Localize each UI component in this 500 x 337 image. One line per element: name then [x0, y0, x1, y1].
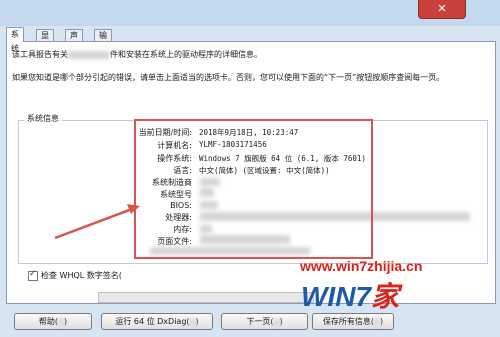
- run-dxdiag-button[interactable]: 运行 64 位 DxDiag(): [101, 313, 213, 330]
- close-icon: ✕: [437, 2, 447, 15]
- intro-line-2: 如果您知道是哪个部分引起的错误，请单击上面适当的选项卡。否则，您可以使用下面的“…: [12, 73, 445, 82]
- tab-system[interactable]: 系统: [6, 27, 24, 53]
- watermark-url: www.win7zhijia.cn: [300, 258, 423, 274]
- save-all-button[interactable]: 保存所有信息(): [312, 313, 394, 330]
- help-button[interactable]: 帮助(): [14, 313, 92, 330]
- check-whql-option[interactable]: 检查 WHQL 数字签名(: [28, 269, 122, 281]
- site-logo: WIN7家: [301, 275, 451, 312]
- redacted-text: [68, 50, 110, 59]
- tab-input[interactable]: 输入: [94, 29, 112, 51]
- tab-sound[interactable]: 声音: [65, 29, 83, 51]
- next-page-button[interactable]: 下一页(): [221, 313, 308, 330]
- tab-display[interactable]: 显示: [36, 29, 54, 51]
- intro-line-1: 该工具报告有关 件和安装在系统上的驱动程序的详细信息。: [12, 50, 262, 59]
- title-bar: ✕: [0, 0, 500, 26]
- highlight-box: [134, 119, 373, 259]
- system-info-group-label: 系统信息: [24, 113, 62, 124]
- progress-bar: [98, 292, 314, 303]
- logo-text: WIN7家: [301, 281, 400, 312]
- check-whql-label: 检查 WHQL 数字签名(: [41, 271, 122, 280]
- check-whql-checkbox[interactable]: [28, 269, 38, 281]
- close-window-button[interactable]: ✕: [418, 0, 466, 19]
